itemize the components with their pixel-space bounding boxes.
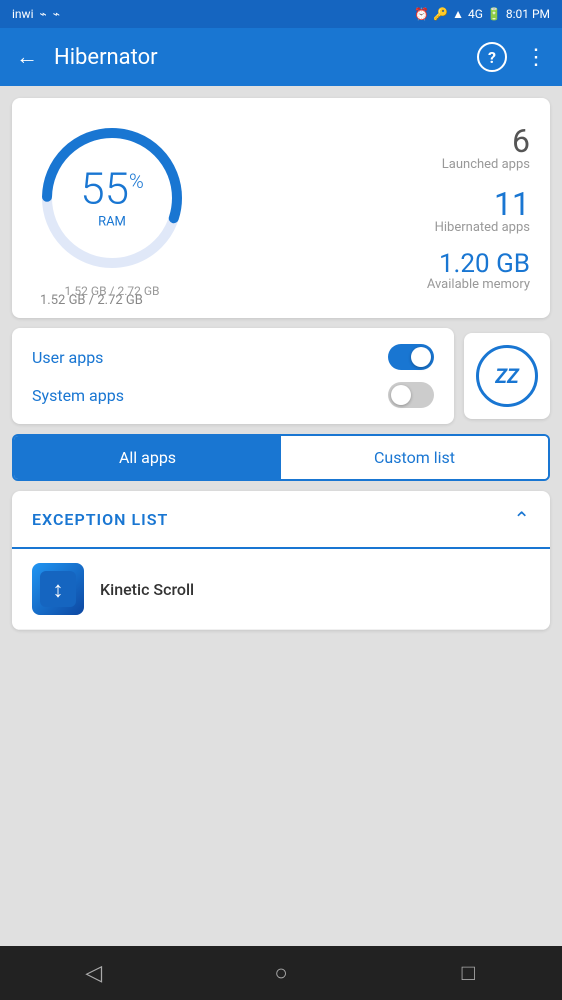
available-memory-stat: 1.20 GB Available memory bbox=[427, 251, 530, 292]
tab-bar: All apps Custom list bbox=[12, 434, 550, 481]
nav-home-button[interactable]: ○ bbox=[261, 953, 301, 993]
system-apps-label: System apps bbox=[32, 386, 124, 405]
time-display: 8:01 PM bbox=[506, 7, 550, 21]
available-memory-value: 1.20 GB bbox=[427, 251, 530, 277]
top-bar-actions: ? ⋮ bbox=[477, 42, 546, 72]
kinetic-scroll-item: ↕ Kinetic Scroll bbox=[12, 549, 550, 630]
status-carrier: inwi ⌁ ⌁ bbox=[12, 7, 60, 21]
sleep-button[interactable]: ZZ bbox=[464, 333, 550, 419]
ram-center-info: 55% RAM bbox=[80, 167, 144, 230]
sleep-z-icon: ZZ bbox=[495, 364, 519, 388]
exception-list-card: Exception List ⌃ ↕ Kinetic Scroll bbox=[12, 491, 550, 630]
wifi-icon: ▲ bbox=[452, 7, 464, 21]
user-apps-knob bbox=[411, 347, 431, 367]
launched-apps-stat: 6 Launched apps bbox=[442, 125, 530, 172]
usb2-icon: ⌁ bbox=[53, 7, 60, 21]
custom-list-tab[interactable]: Custom list bbox=[281, 436, 548, 479]
toggles-card: User apps System apps bbox=[12, 328, 454, 424]
carrier-text: inwi bbox=[12, 7, 33, 21]
app-title: Hibernator bbox=[54, 45, 477, 70]
ram-label: RAM bbox=[80, 215, 144, 230]
ram-circle: 55% RAM bbox=[32, 118, 192, 278]
status-bar: inwi ⌁ ⌁ ⏰ 🔑 ▲ 4G 🔋 8:01 PM bbox=[0, 0, 562, 28]
hibernated-apps-stat: 11 Hibernated apps bbox=[435, 188, 530, 235]
main-content: 55% RAM 1.52 GB / 2.72 GB 1.52 GB / 2.72… bbox=[0, 86, 562, 946]
key-icon: 🔑 bbox=[433, 7, 448, 21]
controls-row: User apps System apps ZZ bbox=[12, 328, 550, 424]
exception-title: Exception List bbox=[32, 510, 168, 529]
nav-recent-button[interactable]: □ bbox=[448, 953, 488, 993]
kinetic-scroll-name: Kinetic Scroll bbox=[100, 580, 194, 599]
system-apps-knob bbox=[391, 385, 411, 405]
stats-right-panel: 6 Launched apps 11 Hibernated apps 1.20 … bbox=[208, 125, 530, 292]
kinetic-scroll-icon: ↕ bbox=[32, 563, 84, 615]
usb-icon: ⌁ bbox=[39, 7, 46, 21]
user-apps-toggle[interactable] bbox=[388, 344, 434, 370]
alarm-icon: ⏰ bbox=[414, 7, 429, 21]
more-options-button[interactable]: ⋮ bbox=[525, 45, 546, 70]
help-button[interactable]: ? bbox=[477, 42, 507, 72]
svg-text:↕: ↕ bbox=[53, 578, 64, 603]
nav-back-button[interactable]: ◁ bbox=[74, 953, 114, 993]
ram-percent-value: 55% bbox=[80, 167, 144, 211]
back-button[interactable]: ← bbox=[16, 44, 38, 70]
collapse-button[interactable]: ⌃ bbox=[513, 507, 530, 531]
launched-apps-number: 6 bbox=[442, 125, 530, 157]
user-apps-toggle-row: User apps bbox=[32, 344, 434, 370]
system-apps-toggle-row: System apps bbox=[32, 382, 434, 408]
system-apps-toggle[interactable] bbox=[388, 382, 434, 408]
battery-icon: 🔋 bbox=[487, 7, 502, 21]
available-memory-label: Available memory bbox=[427, 277, 530, 292]
hibernated-apps-number: 11 bbox=[435, 188, 530, 220]
exception-header: Exception List ⌃ bbox=[12, 491, 550, 549]
sleep-icon: ZZ bbox=[476, 345, 538, 407]
status-icons: ⏰ 🔑 ▲ 4G 🔋 8:01 PM bbox=[414, 7, 550, 21]
user-apps-label: User apps bbox=[32, 348, 103, 367]
signal-icon: 4G bbox=[468, 7, 483, 21]
hibernated-apps-label: Hibernated apps bbox=[435, 220, 530, 235]
launched-apps-label: Launched apps bbox=[442, 157, 530, 172]
stats-card: 55% RAM 1.52 GB / 2.72 GB 1.52 GB / 2.72… bbox=[12, 98, 550, 318]
nav-bar: ◁ ○ □ bbox=[0, 946, 562, 1000]
top-app-bar: ← Hibernator ? ⋮ bbox=[0, 28, 562, 86]
all-apps-tab[interactable]: All apps bbox=[14, 436, 281, 479]
ram-usage-text: 1.52 GB / 2.72 GB bbox=[40, 293, 143, 308]
